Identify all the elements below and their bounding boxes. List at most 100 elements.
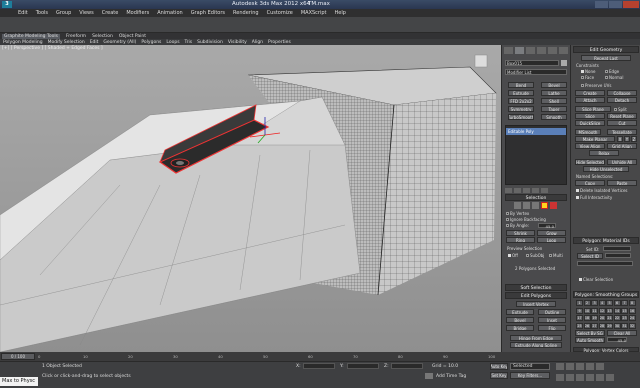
ribbon-tab-freeform[interactable]: Freeform <box>66 34 86 39</box>
smoothing-group-15[interactable]: 15 <box>621 307 628 314</box>
timeline-ruler[interactable]: 0 10 20 30 40 50 60 70 80 90 100 <box>38 353 498 360</box>
y-coord-field[interactable] <box>347 363 379 369</box>
flip-button[interactable]: Flip <box>538 325 566 331</box>
zoom-all-icon[interactable] <box>566 374 574 381</box>
turbosmooth-modifier-button[interactable]: TurboSmooth <box>508 114 534 120</box>
soft-selection-header[interactable]: Soft Selection <box>505 284 567 291</box>
by-angle-check[interactable]: By Angle: <box>506 223 529 228</box>
ribbon-item-visibility[interactable]: Visibility <box>228 40 247 45</box>
smoothing-group-2[interactable]: 2 <box>583 300 591 306</box>
auto-key-button[interactable]: Auto Key <box>490 363 508 370</box>
ffd-2x2x2-modifier-button[interactable]: FFD 2x2x2 <box>508 98 534 104</box>
object-name-field[interactable]: Box015 <box>505 60 559 66</box>
smoothing-group-3[interactable]: 3 <box>591 300 598 306</box>
angle-value-field[interactable]: 45.0 <box>538 223 556 229</box>
add-time-tag[interactable]: Add Time Tag <box>436 374 466 379</box>
x-coord-field[interactable] <box>303 363 335 369</box>
ribbon-tab-graphite-modeling-tools[interactable]: Graphite Modeling Tools <box>2 33 61 39</box>
paste-button[interactable]: Paste <box>607 180 637 186</box>
key-mode-dropdown[interactable]: Selected <box>510 363 550 370</box>
hide-unselected-button[interactable]: Hide Unselected <box>583 166 629 172</box>
full-interactivity-check[interactable]: Full Interactivity <box>576 195 612 200</box>
set-key-button[interactable]: Set Key <box>490 372 508 379</box>
polygon-mode-icon[interactable] <box>541 202 548 209</box>
extrude-along-spline-button[interactable]: Extrude Along Spline <box>510 342 562 348</box>
ribbon-item-properties[interactable]: Properties <box>268 40 291 45</box>
grid-align-button[interactable]: Grid Align <box>607 143 637 149</box>
menu-edit[interactable]: Edit <box>18 10 28 16</box>
modifier-list-dropdown[interactable]: Modifier List <box>505 69 567 75</box>
attach-button[interactable]: Attach <box>575 97 605 103</box>
reset-plane-button[interactable]: Reset Plane <box>607 113 637 119</box>
create-tab-icon[interactable] <box>504 47 513 54</box>
smoothing-group-28[interactable]: 28 <box>598 322 606 329</box>
smoothing-group-22[interactable]: 22 <box>613 315 621 322</box>
timeline[interactable]: 0 / 100 0 10 20 30 40 50 60 70 80 90 100 <box>0 352 640 361</box>
msmooth-button[interactable]: MSmooth <box>575 129 601 135</box>
constraint-normal-radio[interactable]: Normal <box>605 75 623 80</box>
next-frame-icon[interactable] <box>586 363 594 370</box>
planar-z-button[interactable]: Z <box>631 136 637 142</box>
object-color-swatch[interactable] <box>561 60 567 66</box>
menu-rendering[interactable]: Rendering <box>233 10 259 16</box>
maximize-viewport-icon[interactable] <box>606 374 614 381</box>
ribbon-item-geometry-all-[interactable]: Geometry (All) <box>103 40 136 45</box>
smoothing-group-25[interactable]: 25 <box>576 322 583 329</box>
planar-y-button[interactable]: Y <box>624 136 630 142</box>
material-name-dropdown[interactable] <box>577 261 633 266</box>
display-tab-icon[interactable] <box>548 47 557 54</box>
smoothing-group-8[interactable]: 8 <box>628 300 636 306</box>
menu-customize[interactable]: Customize <box>267 10 293 16</box>
smoothing-group-4[interactable]: 4 <box>598 300 606 306</box>
auto-smooth-value[interactable]: 45.0 <box>607 337 627 343</box>
unhide-all-button[interactable]: Unhide All <box>607 159 637 165</box>
smoothing-group-11[interactable]: 11 <box>591 307 598 314</box>
ribbon-tab-object-paint[interactable]: Object Paint <box>119 34 146 39</box>
ribbon-item-loops[interactable]: Loops <box>166 40 179 45</box>
smooth-modifier-button[interactable]: Smooth <box>541 114 567 120</box>
extrude-button[interactable]: Extrude <box>506 309 534 315</box>
time-slider[interactable]: 0 / 100 <box>1 353 35 360</box>
minimize-button[interactable] <box>595 1 608 8</box>
previous-frame-icon[interactable] <box>566 363 574 370</box>
ribbon-item-polygons[interactable]: Polygons <box>141 40 161 45</box>
create-button[interactable]: Create <box>575 90 605 96</box>
pan-icon[interactable] <box>586 374 594 381</box>
smoothing-group-5[interactable]: 5 <box>606 300 613 306</box>
view-align-button[interactable]: View Align <box>575 143 605 149</box>
smoothing-group-1[interactable]: 1 <box>576 300 583 306</box>
repeat-last-button[interactable]: Repeat Last <box>581 55 631 61</box>
select-id-field[interactable] <box>605 253 631 258</box>
smoothing-group-24[interactable]: 24 <box>628 315 636 322</box>
bevel-button[interactable]: Bevel <box>506 317 534 323</box>
loop-button[interactable]: Loop <box>537 237 566 243</box>
quickslice-button[interactable]: QuickSlice <box>575 120 605 126</box>
relax-button[interactable]: Relax <box>589 150 619 156</box>
bend-modifier-button[interactable]: Bend <box>508 82 534 88</box>
extrude-modifier-button[interactable]: Extrude <box>508 90 534 96</box>
smoothing-group-23[interactable]: 23 <box>621 315 628 322</box>
tessellate-button[interactable]: Tessellate <box>607 129 637 135</box>
smoothing-group-9[interactable]: 9 <box>576 307 583 314</box>
configure-sets-icon[interactable] <box>541 188 548 193</box>
edit-geometry-header[interactable]: Edit Geometry <box>573 46 639 53</box>
smoothing-group-27[interactable]: 27 <box>591 322 598 329</box>
smoothing-group-20[interactable]: 20 <box>598 315 606 322</box>
hide-selected-button[interactable]: Hide Selected <box>575 159 605 165</box>
bridge-button[interactable]: Bridge <box>506 325 534 331</box>
smoothing-group-12[interactable]: 12 <box>598 307 606 314</box>
key-filters-button[interactable]: Key Filters... <box>510 372 550 379</box>
constraint-face-radio[interactable]: Face <box>581 75 594 80</box>
show-end-result-icon[interactable] <box>514 188 521 193</box>
smoothing-group-29[interactable]: 29 <box>606 322 613 329</box>
modify-tab-icon[interactable] <box>515 47 524 54</box>
hierarchy-tab-icon[interactable] <box>526 47 535 54</box>
vertex-mode-icon[interactable] <box>514 202 521 209</box>
smoothing-group-6[interactable]: 6 <box>613 300 621 306</box>
lathe-modifier-button[interactable]: Lathe <box>541 90 567 96</box>
select-by-sg-button[interactable]: Select By SG <box>575 330 605 336</box>
split-check[interactable]: Split <box>614 107 627 112</box>
shell-modifier-button[interactable]: Shell <box>541 98 567 104</box>
smoothing-group-10[interactable]: 10 <box>583 307 591 314</box>
smoothing-group-16[interactable]: 16 <box>628 307 636 314</box>
